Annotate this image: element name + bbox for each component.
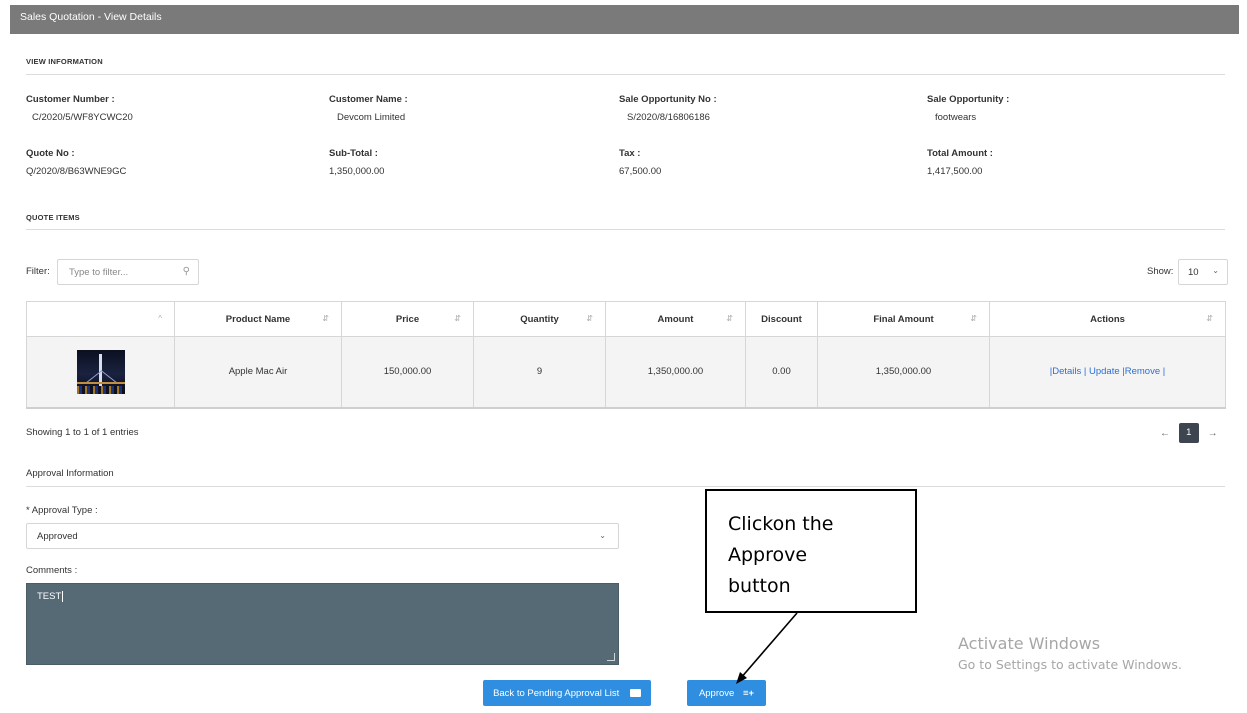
quantity-cell: 9 bbox=[473, 336, 606, 409]
discount-cell: 0.00 bbox=[745, 336, 818, 409]
sort-icon: ⇵ bbox=[970, 314, 977, 323]
approval-type-label: * Approval Type : bbox=[26, 505, 98, 516]
sort-icon: ⇵ bbox=[726, 314, 733, 323]
column-header-image[interactable]: ^ bbox=[26, 301, 175, 337]
divider bbox=[26, 74, 1225, 75]
watermark-title: Activate Windows bbox=[958, 634, 1101, 653]
sale-opportunity-label: Sale Opportunity : bbox=[927, 94, 1010, 105]
sale-opportunity-no-label: Sale Opportunity No : bbox=[619, 94, 717, 105]
customer-name-label: Customer Name : bbox=[329, 94, 408, 105]
approval-type-value: Approved bbox=[37, 531, 78, 542]
callout-line: Approve bbox=[728, 544, 808, 566]
briefcase-icon bbox=[629, 689, 641, 698]
sub-total-value: 1,350,000.00 bbox=[329, 166, 385, 177]
instruction-callout: Clickon the Approve button bbox=[705, 489, 917, 613]
chevron-down-icon: ⌄ bbox=[1212, 266, 1219, 275]
row-actions-links[interactable]: |Details | Update |Remove | bbox=[1050, 366, 1165, 377]
comments-value: TEST bbox=[37, 591, 62, 602]
filter-placeholder: Type to filter... bbox=[69, 267, 129, 278]
sale-opportunity-value: footwears bbox=[935, 112, 977, 123]
sort-icon: ⇵ bbox=[586, 314, 593, 323]
amount-cell: 1,350,000.00 bbox=[605, 336, 746, 409]
show-label: Show: bbox=[1147, 266, 1174, 277]
resize-handle-icon[interactable] bbox=[607, 653, 615, 661]
product-image bbox=[76, 349, 125, 394]
quote-items-table: ^ Product Name ⇵ Price ⇵ Quantity ⇵ Amount ⇵… bbox=[26, 301, 1226, 409]
tax-label: Tax : bbox=[619, 148, 641, 159]
approval-information-heading: Approval Information bbox=[26, 468, 114, 479]
tax-value: 67,500.00 bbox=[619, 166, 662, 177]
approval-type-select[interactable]: Approved ⌄ bbox=[26, 523, 619, 549]
sort-icon: ⇵ bbox=[322, 314, 329, 323]
callout-line: button bbox=[728, 575, 791, 597]
column-header-price[interactable]: Price ⇵ bbox=[341, 301, 474, 337]
actions-cell: |Details | Update |Remove | bbox=[989, 336, 1226, 409]
divider bbox=[26, 229, 1225, 230]
column-header-product-name[interactable]: Product Name ⇵ bbox=[174, 301, 342, 337]
back-button-label: Back to Pending Approval List bbox=[493, 688, 620, 699]
view-information-heading: VIEW INFORMATION bbox=[26, 57, 103, 66]
table-row: Apple Mac Air 150,000.00 9 1,350,000.00 … bbox=[26, 336, 1226, 409]
product-name-cell: Apple Mac Air bbox=[174, 336, 342, 409]
sub-total-label: Sub-Total : bbox=[329, 148, 378, 159]
comments-textarea[interactable]: TEST bbox=[26, 583, 619, 665]
price-cell: 150,000.00 bbox=[341, 336, 474, 409]
back-to-pending-approval-list-button[interactable]: Back to Pending Approval List bbox=[483, 680, 651, 706]
pagination-next[interactable]: → bbox=[1206, 428, 1220, 439]
customer-name-value: Devcom Limited bbox=[337, 112, 406, 123]
column-header-quantity[interactable]: Quantity ⇵ bbox=[473, 301, 606, 337]
callout-arrow bbox=[736, 612, 798, 684]
filter-label: Filter: bbox=[26, 266, 50, 277]
total-amount-value: 1,417,500.00 bbox=[927, 166, 983, 177]
callout-line: Clickon the bbox=[728, 513, 834, 535]
column-header-final-amount[interactable]: Final Amount ⇵ bbox=[817, 301, 990, 337]
final-amount-cell: 1,350,000.00 bbox=[817, 336, 990, 409]
pagination: ← 1 → bbox=[1158, 423, 1220, 443]
watermark-subtitle: Go to Settings to activate Windows. bbox=[958, 657, 1182, 672]
table-header-row: ^ Product Name ⇵ Price ⇵ Quantity ⇵ Amount ⇵… bbox=[26, 301, 1226, 337]
product-image-cell bbox=[26, 336, 175, 409]
total-amount-label: Total Amount : bbox=[927, 148, 993, 159]
page-size-value: 10 bbox=[1188, 267, 1199, 278]
quote-no-label: Quote No : bbox=[26, 148, 75, 159]
column-header-actions[interactable]: Actions ⇵ bbox=[989, 301, 1226, 337]
chevron-down-icon: ⌄ bbox=[599, 531, 606, 540]
column-header-discount: Discount bbox=[745, 301, 818, 337]
comments-label: Comments : bbox=[26, 565, 78, 576]
sort-asc-icon: ^ bbox=[158, 314, 162, 323]
filter-input[interactable]: Type to filter... ⚲ bbox=[57, 259, 199, 285]
sale-opportunity-no-value: S/2020/8/16806186 bbox=[627, 112, 710, 123]
column-header-amount[interactable]: Amount ⇵ bbox=[605, 301, 746, 337]
page-title: Sales Quotation - View Details bbox=[10, 5, 1239, 34]
approve-button-label: Approve bbox=[698, 688, 735, 699]
pagination-page-1[interactable]: 1 bbox=[1178, 423, 1199, 443]
search-icon: ⚲ bbox=[182, 266, 190, 277]
quote-no-value: Q/2020/8/B63WNE9GC bbox=[26, 166, 127, 177]
activate-windows-watermark: Activate Windows Go to Settings to activ… bbox=[958, 634, 1182, 672]
sort-icon: ⇵ bbox=[1206, 314, 1213, 323]
showing-entries-text: Showing 1 to 1 of 1 entries bbox=[26, 427, 139, 438]
page-size-select[interactable]: 10 ⌄ bbox=[1178, 259, 1228, 285]
page-container: Sales Quotation - View Details VIEW INFO… bbox=[10, 5, 1239, 713]
divider bbox=[26, 486, 1225, 487]
pagination-prev[interactable]: ← bbox=[1158, 428, 1172, 439]
sort-icon: ⇵ bbox=[454, 314, 461, 323]
quote-items-heading: QUOTE ITEMS bbox=[26, 213, 80, 222]
customer-number-value: C/2020/5/WF8YCWC20 bbox=[32, 112, 133, 123]
list-add-icon: ≡+ bbox=[742, 688, 755, 699]
customer-number-label: Customer Number : bbox=[26, 94, 115, 105]
